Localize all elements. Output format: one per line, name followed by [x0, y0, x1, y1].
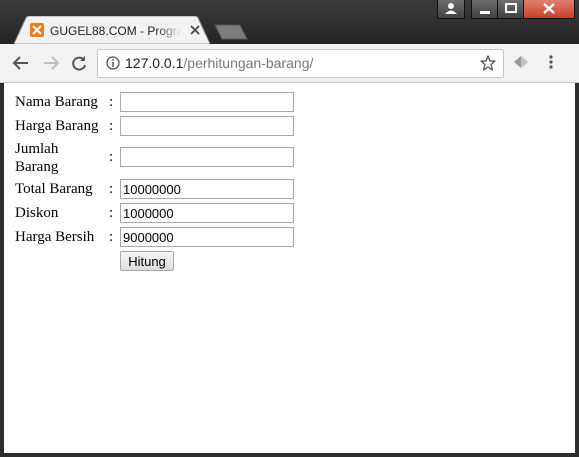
label-total-barang: Total Barang: [15, 181, 93, 197]
window-frame-bottom: [0, 453, 579, 457]
label-jumlah-barang-line1: Jumlah: [15, 141, 59, 157]
profile-icon: [445, 3, 457, 14]
browser-toolbar: 127.0.0.1/perhitungan-barang/: [0, 44, 579, 83]
back-arrow-icon[interactable]: [12, 54, 30, 72]
colon: :: [109, 205, 114, 221]
minimize-button[interactable]: [471, 0, 499, 19]
label-nama-barang: Nama Barang: [15, 94, 98, 110]
diskon-input[interactable]: [120, 203, 294, 223]
close-icon: [543, 3, 555, 14]
profile-button[interactable]: [437, 0, 465, 19]
colon: :: [109, 118, 114, 134]
colon: :: [109, 229, 114, 245]
url-host: 127.0.0.1: [125, 55, 184, 71]
colon: :: [109, 181, 114, 197]
label-diskon: Diskon: [15, 205, 59, 221]
maximize-icon: [505, 3, 517, 13]
colon: :: [109, 94, 114, 110]
hitung-button[interactable]: Hitung: [120, 251, 174, 271]
extension-icon[interactable]: [512, 54, 530, 70]
close-window-button[interactable]: [523, 0, 575, 19]
label-harga-barang: Harga Barang: [15, 118, 99, 134]
url-text: 127.0.0.1/perhitungan-barang/: [125, 55, 313, 71]
jumlah-barang-input[interactable]: [120, 147, 294, 167]
tab-close-icon[interactable]: [188, 23, 202, 37]
page-content: Nama Barang : Harga Barang : Jumlah Bara…: [4, 83, 575, 453]
info-icon[interactable]: [106, 56, 120, 70]
harga-barang-input[interactable]: [120, 116, 294, 136]
colon: :: [109, 149, 114, 165]
forward-arrow-icon[interactable]: [42, 54, 60, 72]
total-barang-input[interactable]: [120, 179, 294, 199]
tab-title: GUGEL88.COM - Program: [50, 24, 182, 38]
address-bar[interactable]: 127.0.0.1/perhitungan-barang/: [97, 49, 504, 78]
xampp-favicon-icon: [30, 23, 44, 37]
window-titlebar: GUGEL88.COM - Program: [0, 0, 579, 44]
bookmark-star-icon[interactable]: [480, 55, 496, 71]
menu-kebab-icon[interactable]: [548, 54, 554, 70]
nama-barang-input[interactable]: [120, 92, 294, 112]
label-harga-bersih: Harga Bersih: [15, 229, 95, 245]
label-jumlah-barang-line2: Barang: [15, 159, 59, 175]
maximize-button[interactable]: [497, 0, 525, 19]
minimize-icon: [480, 11, 490, 14]
browser-tab[interactable]: GUGEL88.COM - Program: [14, 16, 210, 44]
reload-icon[interactable]: [70, 54, 88, 72]
window-frame-right: [575, 83, 579, 457]
harga-bersih-input[interactable]: [120, 227, 294, 247]
url-path: /perhitungan-barang/: [183, 55, 314, 71]
new-tab-button[interactable]: [214, 24, 248, 40]
